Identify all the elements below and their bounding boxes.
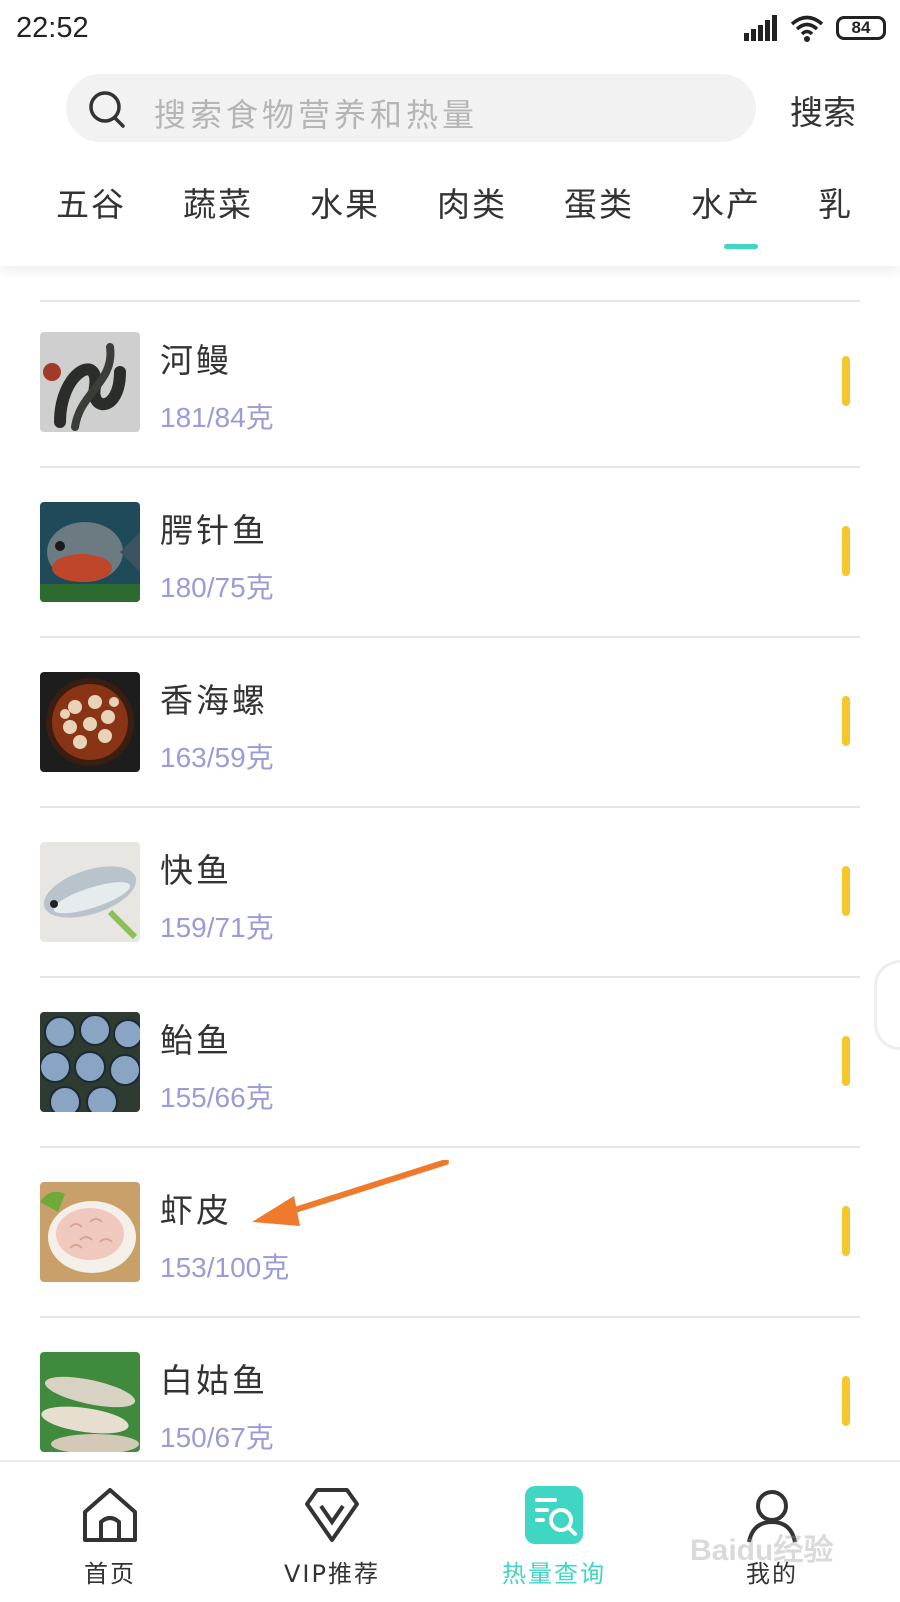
- food-marker: [842, 1376, 850, 1426]
- signal-icon: [744, 15, 777, 41]
- food-item-sea-snail[interactable]: 香海螺 163/59克: [40, 636, 860, 808]
- status-time: 22:52: [16, 12, 89, 44]
- food-item-eel[interactable]: 河鳗 181/84克: [40, 296, 860, 468]
- search-icon: [89, 91, 125, 128]
- tab-fruits[interactable]: 水果: [310, 178, 380, 226]
- food-name: 腭针鱼: [160, 511, 268, 550]
- nav-label: 热量查询: [502, 1560, 606, 1588]
- food-calories: 159/71克: [160, 912, 274, 943]
- food-name: 香海螺: [160, 681, 268, 720]
- search-button[interactable]: 搜索: [790, 86, 856, 134]
- food-marker: [842, 1036, 850, 1086]
- tab-seafood[interactable]: 水产: [691, 178, 761, 226]
- vip-icon: [305, 1488, 359, 1542]
- battery-icon: 84: [836, 16, 886, 40]
- nav-label: 首页: [84, 1560, 136, 1588]
- food-name: 白姑鱼: [160, 1361, 268, 1400]
- food-item-mackerel[interactable]: 鲐鱼 155/66克: [40, 976, 860, 1148]
- fish-photo: [40, 502, 140, 602]
- calorie-search-icon: [525, 1486, 583, 1544]
- food-name: 河鳗: [160, 341, 232, 380]
- tab-eggs[interactable]: 蛋类: [564, 178, 634, 226]
- side-pull-handle[interactable]: [874, 960, 900, 1050]
- nav-calorie-search[interactable]: 热量查询: [474, 1462, 634, 1602]
- food-calories: 180/75克: [160, 572, 274, 603]
- food-marker: [842, 1206, 850, 1256]
- watermark: Baidu经验: [690, 1534, 834, 1567]
- nav-label: VIP推荐: [284, 1560, 380, 1588]
- tab-vegetables[interactable]: 蔬菜: [183, 178, 253, 226]
- food-name: 鲐鱼: [160, 1021, 232, 1060]
- tab-dairy[interactable]: 乳: [818, 178, 853, 226]
- food-marker: [842, 866, 850, 916]
- nav-home[interactable]: 首页: [30, 1462, 190, 1602]
- food-calories: 150/67克: [160, 1422, 274, 1453]
- food-marker: [842, 526, 850, 576]
- food-calories: 153/100克: [160, 1252, 290, 1283]
- food-calories: 163/59克: [160, 742, 274, 773]
- food-calories: 155/66克: [160, 1082, 274, 1113]
- tab-active-indicator: [724, 244, 758, 249]
- header: 22:52 84 搜索食物营养和热量 搜索 五谷 蔬菜 水果 肉类 蛋类 水产 …: [0, 0, 900, 266]
- mackerel-photo: [40, 1012, 140, 1112]
- status-bar: 22:52 84: [0, 0, 900, 60]
- eel-photo: [40, 332, 140, 432]
- shrimp-photo: [40, 1182, 140, 1282]
- food-item-kuai-fish[interactable]: 快鱼 159/71克: [40, 806, 860, 978]
- annotation-arrow-icon: [252, 1160, 449, 1226]
- food-name: 快鱼: [160, 851, 232, 890]
- tab-meat[interactable]: 肉类: [437, 178, 507, 226]
- food-item-piranha[interactable]: 腭针鱼 180/75克: [40, 466, 860, 638]
- fish-photo: [40, 842, 140, 942]
- category-tabs: 五谷 蔬菜 水果 肉类 蛋类 水产 乳: [0, 178, 860, 258]
- search-input[interactable]: 搜索食物营养和热量: [66, 74, 756, 142]
- food-calories: 181/84克: [160, 402, 274, 433]
- status-icons: 84: [744, 14, 886, 42]
- food-name: 虾皮: [160, 1191, 232, 1230]
- food-marker: [842, 356, 850, 406]
- search-placeholder: 搜索食物营养和热量: [154, 96, 479, 134]
- food-marker: [842, 696, 850, 746]
- food-item-dried-shrimp[interactable]: 虾皮 153/100克: [40, 1146, 860, 1318]
- home-icon: [83, 1488, 137, 1542]
- tab-grains[interactable]: 五谷: [56, 178, 126, 226]
- fish-photo: [40, 1352, 140, 1452]
- snail-photo: [40, 672, 140, 772]
- wifi-icon: [790, 15, 824, 42]
- nav-vip[interactable]: VIP推荐: [252, 1462, 412, 1602]
